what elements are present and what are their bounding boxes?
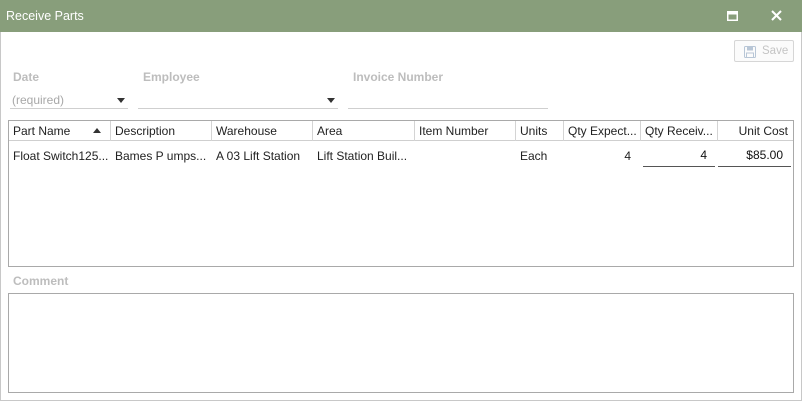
save-button[interactable]: Save [734,40,794,62]
cell-units: Each [520,149,548,163]
chevron-down-icon [327,98,335,103]
cell-item-number [415,142,516,168]
column-header-item-number[interactable]: Item Number [415,121,516,141]
cell-description: Bames P umps... [115,149,207,163]
cell-qty-expected: 4 [624,149,631,163]
column-header-qty-expected[interactable]: Qty Expect... [564,121,641,141]
column-header-units[interactable]: Units [516,121,564,141]
column-header-warehouse[interactable]: Warehouse [212,121,313,141]
date-label: Date [13,70,40,84]
floppy-disk-icon [744,46,756,58]
maximize-button[interactable] [722,6,744,26]
date-picker[interactable]: (required) [10,90,128,109]
grid-header: Part Name Description Warehouse Area Ite… [9,121,793,141]
table-row[interactable]: Float Switch125... Bames P umps... A 03 … [9,142,793,168]
close-icon [771,10,782,21]
column-header-unit-cost[interactable]: Unit Cost [718,121,793,141]
employee-dropdown[interactable] [138,90,338,109]
date-value: (required) [12,93,65,107]
qty-received-input[interactable]: 4 [643,145,715,167]
cell-warehouse: A 03 Lift Station [216,149,301,163]
maximize-icon [727,11,738,21]
column-header-area[interactable]: Area [313,121,415,141]
sort-ascending-icon [93,128,101,133]
column-header-part-name[interactable]: Part Name [9,121,111,141]
column-header-label: Part Name [13,124,71,138]
parts-grid: Part Name Description Warehouse Area Ite… [8,120,794,267]
cell-area: Lift Station Buil... [317,149,408,163]
employee-label: Employee [143,70,200,84]
comment-label: Comment [13,274,69,288]
column-header-description[interactable]: Description [111,121,212,141]
invoice-number-field[interactable] [348,90,548,109]
save-button-label: Save [762,45,789,57]
chevron-down-icon [117,98,125,103]
window-title: Receive Parts [6,9,84,23]
cell-part-name: Float Switch125... [13,149,109,163]
invoice-number-label: Invoice Number [353,70,444,84]
comment-textarea[interactable] [8,293,794,393]
unit-cost-input[interactable]: $85.00 [718,145,791,167]
title-bar: Receive Parts [0,0,802,32]
close-button[interactable] [766,6,788,26]
column-header-qty-received[interactable]: Qty Receiv... [641,121,718,141]
